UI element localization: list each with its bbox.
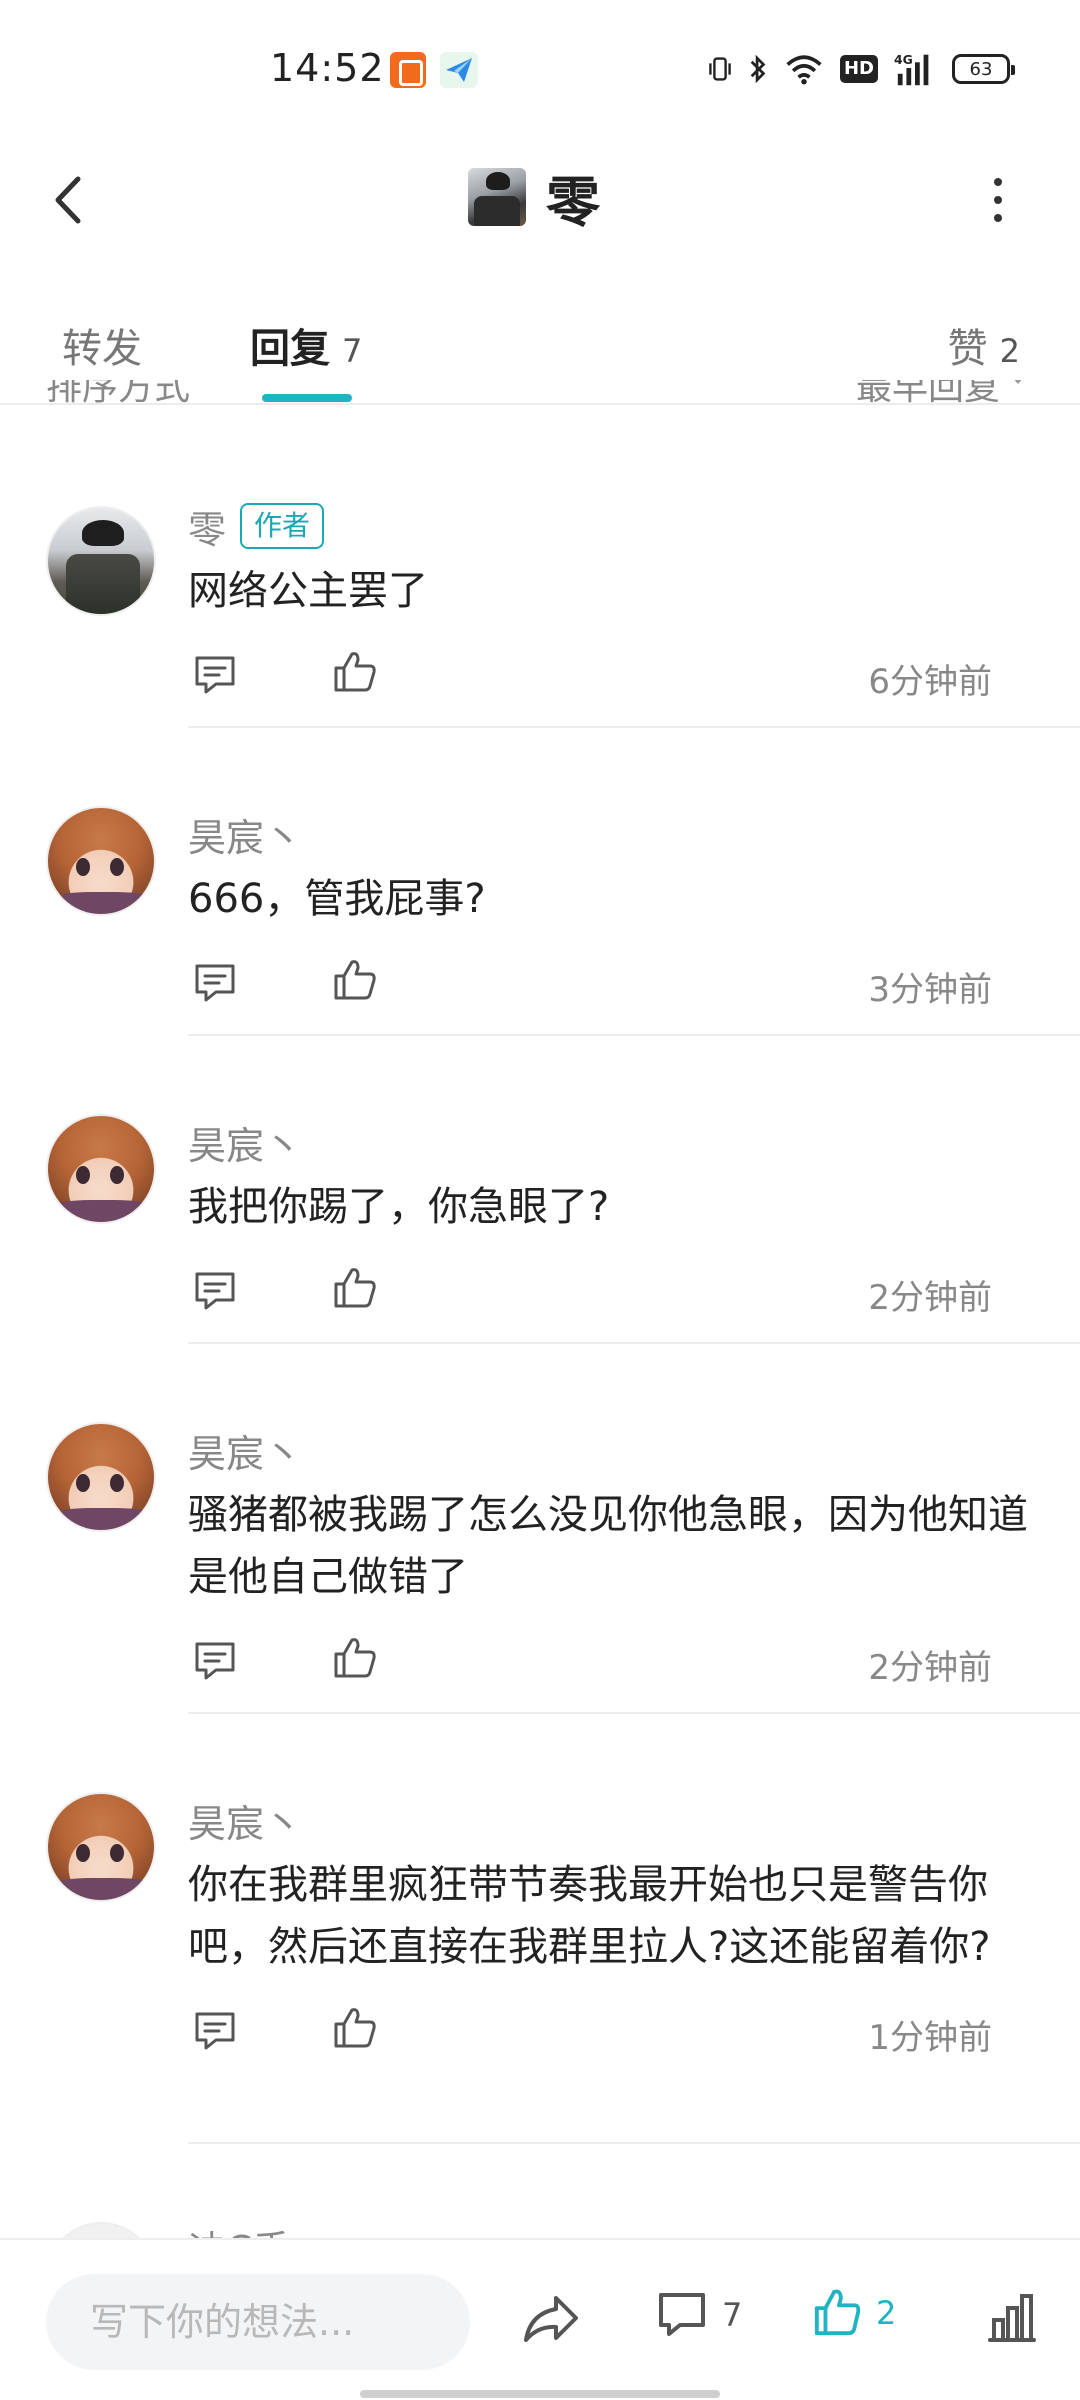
reply-comment-icon[interactable] — [192, 1638, 238, 1684]
home-indicator[interactable] — [360, 2390, 720, 2398]
like-button[interactable]: 2 — [812, 2286, 896, 2340]
bar-chart-icon[interactable] — [986, 2292, 1038, 2344]
comment-input[interactable] — [46, 2274, 470, 2370]
author-badge: 作者 — [240, 503, 325, 549]
page-title[interactable]: 零 — [546, 158, 600, 237]
wifi-icon — [786, 55, 822, 85]
network-type: 4G — [894, 52, 913, 67]
tab-reply[interactable]: 回复 7 — [250, 316, 362, 374]
tab-reply-label: 回复 — [250, 326, 330, 372]
sort-row: 排序方式 最早回复 — [0, 380, 1080, 420]
thumbs-up-icon[interactable] — [332, 648, 378, 696]
reply-comment-icon[interactable] — [192, 1268, 238, 1314]
comment-actions: 1分钟前 — [188, 2000, 1038, 2070]
comment-time: 2分钟前 — [868, 1648, 992, 1688]
battery-icon: 63 — [952, 54, 1015, 84]
comment-text: 你在我群里疯狂带节奏我最开始也只是警告你吧，然后还直接在我群里拉人?这还能留着你… — [188, 1862, 991, 1970]
chevron-down-icon[interactable] — [1011, 380, 1025, 384]
comment-time: 6分钟前 — [868, 662, 992, 702]
cellular-signal-icon: 4G — [894, 52, 929, 86]
status-bar: 14:52 HD 4G 63 — [0, 0, 1080, 140]
comment-author-name[interactable]: 昊宸丶 — [188, 1423, 302, 1478]
tab-forward[interactable]: 转发 — [62, 316, 142, 374]
comment-item: 迪C手 — [0, 2144, 1080, 2240]
anime-girl-avatar[interactable] — [46, 1422, 156, 1532]
comment-text: 我把你踢了，你急眼了? — [188, 1184, 610, 1230]
thumbs-up-icon[interactable] — [332, 1634, 378, 1682]
status-icons: HD 4G 63 — [708, 50, 1015, 88]
comment-bubble-icon — [659, 2293, 705, 2336]
header-user-avatar[interactable] — [468, 168, 526, 226]
back-arrow-icon[interactable] — [40, 165, 100, 235]
thumbs-up-icon[interactable] — [332, 2004, 378, 2052]
thumbs-up-icon[interactable] — [332, 1264, 378, 1312]
anime-girl-avatar[interactable] — [46, 1792, 156, 1902]
comment-actions: 2分钟前 — [188, 1260, 1038, 1330]
battery-level: 63 — [969, 58, 993, 80]
comment-actions: 6分钟前 — [188, 644, 1038, 714]
comment-actions: 3分钟前 — [188, 952, 1038, 1022]
status-time: 14:52 — [270, 46, 385, 90]
vibrate-icon — [709, 57, 731, 81]
comment-item: 昊宸丶 骚猪都被我踢了怎么没见你他急眼，因为他知道是他自己做错了 2分钟前 — [0, 1344, 1080, 1714]
comment-item: 零 作者 网络公主罢了 6分钟前 — [0, 420, 1080, 728]
tab-reply-count: 7 — [342, 332, 363, 370]
top-header: 零 — [0, 140, 1080, 255]
comment-list: 零 作者 网络公主罢了 6分钟前 昊宸丶 666，管我屁事? 3分钟前 昊宸丶 … — [0, 420, 1080, 2240]
hd-badge: HD — [839, 55, 878, 83]
reply-comment-icon[interactable] — [192, 2008, 238, 2054]
app-notification-icon — [390, 52, 426, 88]
anime-girl-avatar[interactable] — [46, 806, 156, 916]
more-options-icon[interactable] — [976, 170, 1020, 230]
paper-plane-notification-icon — [440, 52, 478, 88]
comment-item: 昊宸丶 666，管我屁事? 3分钟前 — [0, 728, 1080, 1036]
tab-like[interactable]: 赞2 — [948, 316, 1020, 374]
comment-text: 666，管我屁事? — [188, 876, 486, 922]
comment-author-name[interactable]: 零 — [188, 499, 226, 554]
comment-text: 网络公主罢了 — [188, 568, 428, 614]
comment-author-name[interactable]: 迪C手 — [188, 2219, 291, 2241]
comment-time: 1分钟前 — [868, 2018, 992, 2058]
comments-button[interactable]: 7 — [656, 2290, 742, 2340]
tab-like-count: 2 — [999, 332, 1020, 370]
bottom-action-bar: 7 2 — [0, 2238, 1080, 2400]
bluetooth-icon — [750, 54, 766, 84]
comment-time: 2分钟前 — [868, 1278, 992, 1318]
tab-like-label: 赞 — [947, 326, 988, 372]
comment-author-name[interactable]: 昊宸丶 — [188, 1793, 302, 1848]
thumbs-up-icon — [814, 2289, 861, 2336]
sort-label: 排序方式 — [46, 380, 191, 408]
comment-text: 骚猪都被我踢了怎么没见你他急眼，因为他知道是他自己做错了 — [188, 1492, 1028, 1600]
comment-count: 7 — [722, 2296, 743, 2334]
sort-dropdown[interactable]: 最早回复 — [856, 380, 1000, 410]
comment-author-name[interactable]: 昊宸丶 — [188, 1115, 302, 1170]
user-photo-avatar[interactable] — [46, 506, 156, 616]
thumbs-up-icon[interactable] — [332, 956, 378, 1004]
comment-item: 昊宸丶 我把你踢了，你急眼了? 2分钟前 — [0, 1036, 1080, 1344]
comment-time: 3分钟前 — [868, 970, 992, 1010]
reply-comment-icon[interactable] — [192, 960, 238, 1006]
like-count: 2 — [876, 2294, 897, 2332]
anime-girl-avatar[interactable] — [46, 1114, 156, 1224]
reply-comment-icon[interactable] — [192, 652, 238, 698]
comment-author-name[interactable]: 昊宸丶 — [188, 807, 302, 862]
share-icon[interactable] — [520, 2290, 582, 2348]
tab-forward-label: 转发 — [62, 326, 142, 372]
comment-actions: 2分钟前 — [188, 1630, 1038, 1700]
comment-item: 昊宸丶 你在我群里疯狂带节奏我最开始也只是警告你吧，然后还直接在我群里拉人?这还… — [0, 1714, 1080, 2144]
